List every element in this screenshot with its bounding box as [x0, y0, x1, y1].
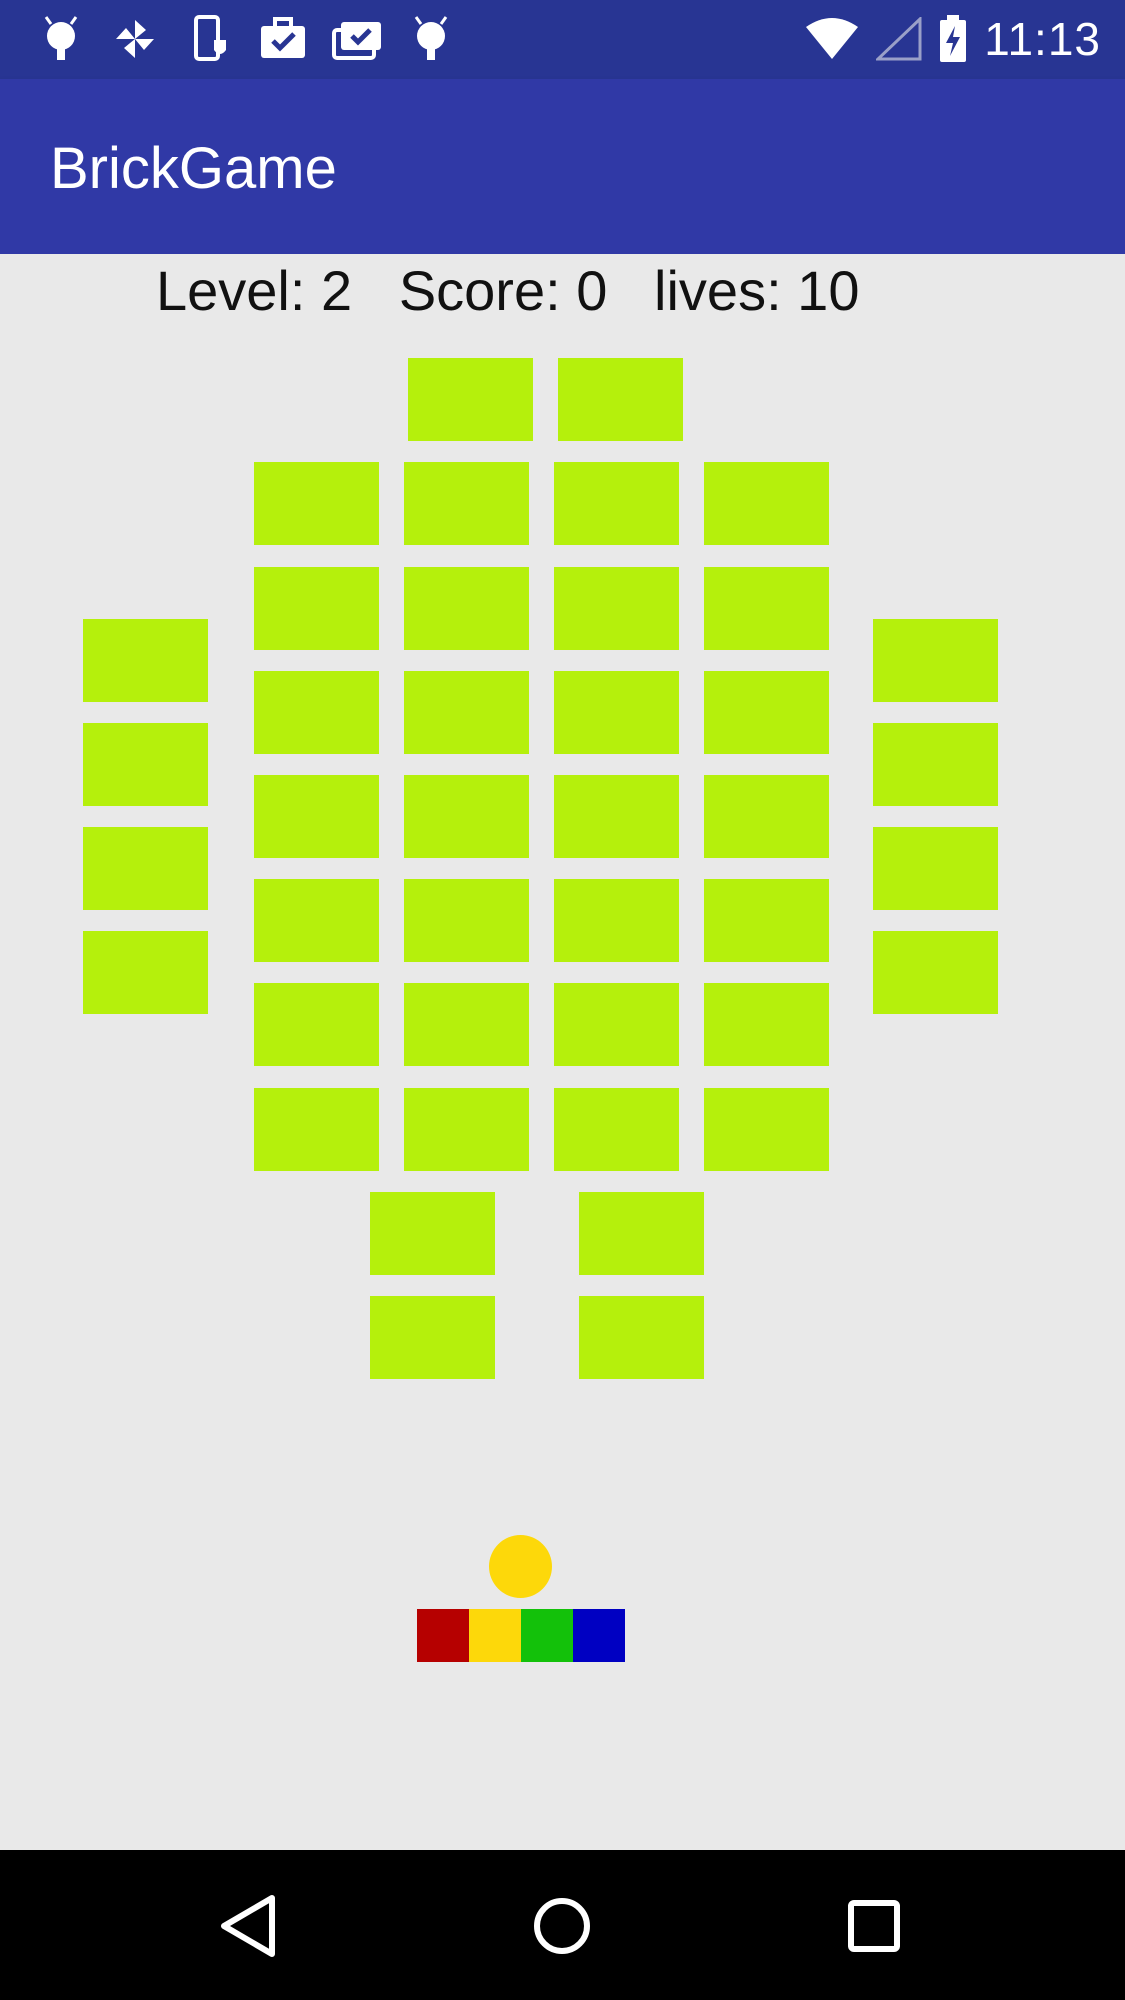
- brick: [370, 1296, 495, 1379]
- briefcase-check-icon: [261, 17, 305, 58]
- brick: [254, 462, 379, 545]
- brick: [404, 879, 529, 962]
- brick: [558, 358, 683, 441]
- brick: [254, 671, 379, 754]
- brick: [404, 462, 529, 545]
- brick: [254, 983, 379, 1066]
- brick: [254, 879, 379, 962]
- brick: [254, 1088, 379, 1171]
- brick: [370, 1192, 495, 1275]
- brick: [873, 619, 998, 702]
- brick: [404, 1088, 529, 1171]
- briefcase-multi-check-icon: [332, 22, 381, 60]
- status-clock: 11:13: [984, 13, 1101, 65]
- brick: [704, 983, 829, 1066]
- paddle-segment: [417, 1609, 469, 1662]
- brick: [554, 1088, 679, 1171]
- paddle-segment: [469, 1609, 521, 1662]
- recents-icon[interactable]: [836, 1888, 912, 1964]
- app-bar: BrickGame: [0, 79, 1125, 254]
- back-icon[interactable]: [212, 1888, 288, 1964]
- brick: [554, 879, 679, 962]
- android-icon: [44, 16, 78, 60]
- signal-icon: [876, 17, 922, 61]
- pinwheel-icon: [116, 20, 154, 58]
- brick: [408, 358, 533, 441]
- brick: [704, 462, 829, 545]
- brick: [704, 775, 829, 858]
- android-icon: [414, 16, 448, 60]
- home-icon[interactable]: [524, 1888, 600, 1964]
- navigation-bar: [0, 1850, 1125, 2000]
- brick: [404, 775, 529, 858]
- brick: [704, 879, 829, 962]
- brick: [83, 931, 208, 1014]
- brick: [254, 567, 379, 650]
- wifi-icon: [806, 18, 859, 59]
- brick: [704, 567, 829, 650]
- hud-status-text: Level: 2 Score: 0 lives: 10: [156, 259, 860, 322]
- brick: [554, 671, 679, 754]
- brick: [704, 1088, 829, 1171]
- brick: [554, 775, 679, 858]
- brick: [554, 567, 679, 650]
- battery-charging-icon: [940, 15, 967, 62]
- app-title: BrickGame: [50, 136, 337, 201]
- paddle-segment: [573, 1609, 625, 1662]
- brick: [579, 1192, 704, 1275]
- brick: [873, 827, 998, 910]
- brick: [873, 931, 998, 1014]
- brick: [404, 671, 529, 754]
- brick: [873, 723, 998, 806]
- brick: [404, 567, 529, 650]
- brick: [83, 723, 208, 806]
- brick: [254, 775, 379, 858]
- status-icons-right: 11:13: [804, 13, 1101, 65]
- ball: [489, 1535, 552, 1598]
- brick: [83, 827, 208, 910]
- brick: [554, 462, 679, 545]
- paddle-segment: [521, 1609, 573, 1662]
- brick: [704, 671, 829, 754]
- brick: [404, 983, 529, 1066]
- brick: [554, 983, 679, 1066]
- brick: [579, 1296, 704, 1379]
- status-icons-left: [34, 14, 458, 64]
- brick: [83, 619, 208, 702]
- phone-shield-icon: [194, 15, 226, 61]
- status-bar: 11:13: [0, 0, 1125, 79]
